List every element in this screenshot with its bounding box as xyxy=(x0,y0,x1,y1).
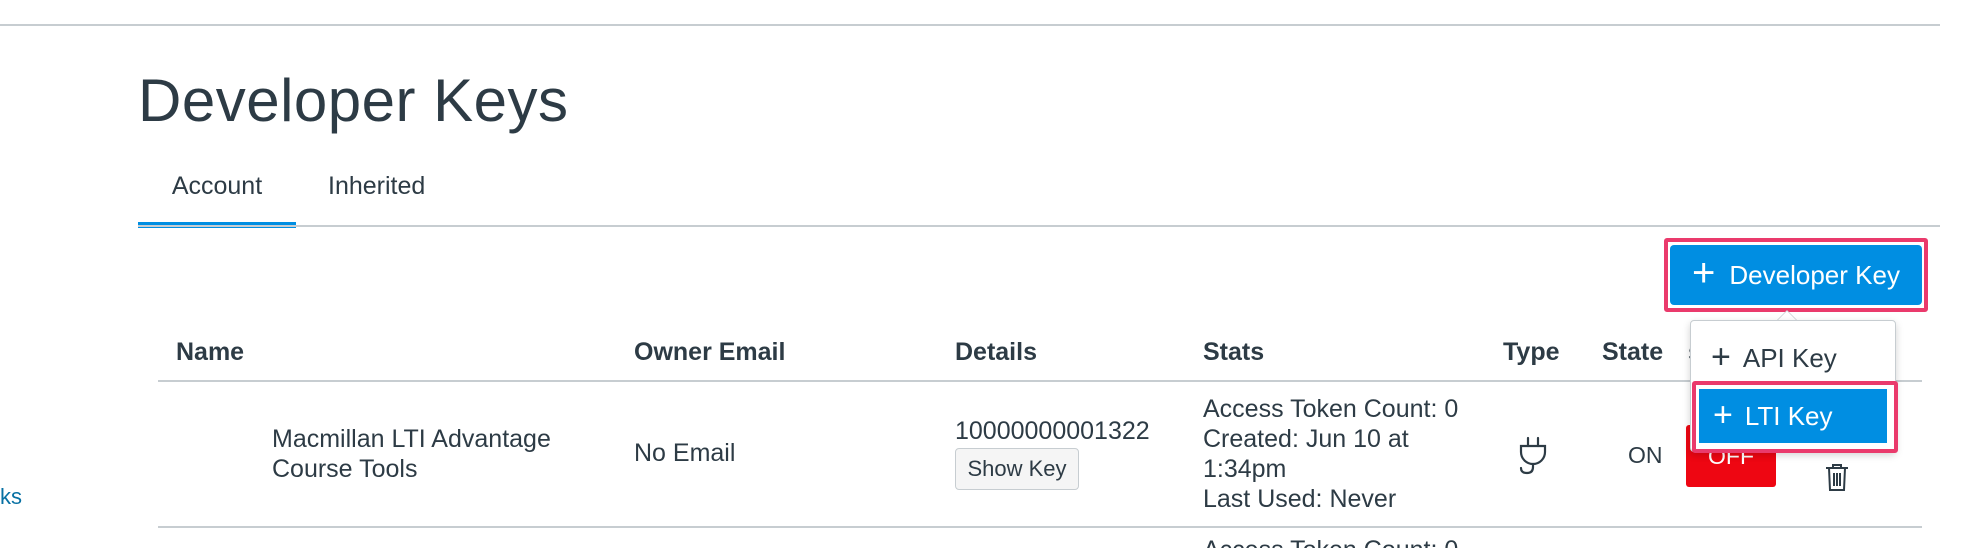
column-header-details: Details xyxy=(955,338,1037,366)
client-id: 10000000001322 xyxy=(955,417,1150,445)
key-stats: Access Token Count: 0 Created: Jun 10 at… xyxy=(1203,394,1463,514)
owner-email: No Email xyxy=(634,439,736,467)
table-row-divider xyxy=(158,526,1922,528)
table-header-divider xyxy=(158,380,1922,382)
menu-item-api-key[interactable]: + API Key xyxy=(1691,331,1897,385)
column-header-state: State xyxy=(1602,338,1664,366)
plus-icon: + xyxy=(1692,251,1716,295)
header-divider xyxy=(0,24,1940,26)
plug-icon xyxy=(1519,436,1547,475)
add-developer-key-button[interactable]: + Developer Key xyxy=(1670,245,1922,305)
created-date: Created: Jun 10 at 1:34pm xyxy=(1203,425,1409,483)
column-header-type: Type xyxy=(1503,338,1560,366)
tabs-divider xyxy=(138,225,1940,227)
trash-icon[interactable] xyxy=(1824,462,1850,492)
column-header-owner-email: Owner Email xyxy=(634,338,786,366)
tab-list: Account Inherited xyxy=(138,166,1940,228)
show-key-button[interactable]: Show Key xyxy=(955,448,1079,490)
tab-inherited[interactable]: Inherited xyxy=(328,166,425,228)
column-header-name: Name xyxy=(176,338,245,366)
lti-key-highlight xyxy=(1692,381,1898,453)
column-header-stats: Stats xyxy=(1203,338,1265,366)
plus-icon: + xyxy=(1711,337,1731,376)
last-used: Last Used: Never xyxy=(1203,485,1397,513)
access-token-count: Access Token Count: 0 xyxy=(1203,395,1459,423)
page-title: Developer Keys xyxy=(138,67,569,134)
tab-account[interactable]: Account xyxy=(138,166,296,228)
add-developer-key-label: Developer Key xyxy=(1729,259,1900,290)
menu-item-label: API Key xyxy=(1742,342,1837,373)
sidebar-link-partial[interactable]: ks xyxy=(0,484,22,510)
next-row-access-token-count: Access Token Count: 0 xyxy=(1203,536,1458,548)
developer-keys-page: ks Developer Keys Account Inherited + De… xyxy=(0,0,1986,548)
state-on-toggle[interactable]: ON xyxy=(1628,442,1663,469)
key-name: Macmillan LTI Advantage Course Tools xyxy=(272,425,551,483)
